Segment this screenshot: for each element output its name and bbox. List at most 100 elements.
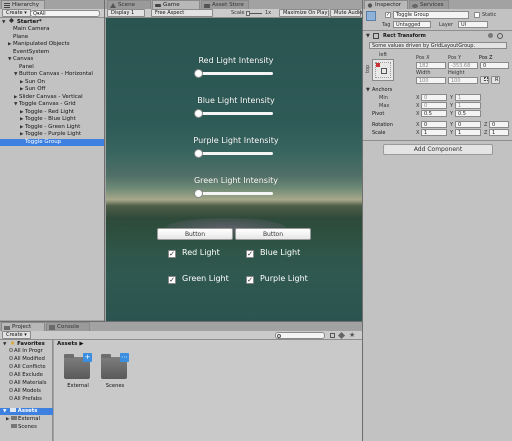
- asset-folder[interactable]: + External: [63, 353, 93, 393]
- layer-dropdown[interactable]: UI: [458, 21, 488, 28]
- hierarchy-item[interactable]: Panel: [0, 64, 34, 71]
- hierarchy-search-input[interactable]: Q▾All: [30, 10, 100, 17]
- assets-tree-header[interactable]: ▼ Assets: [0, 408, 53, 415]
- assets-tree-item[interactable]: ▶ External: [6, 416, 40, 423]
- toggle-label[interactable]: Green Light: [182, 274, 229, 283]
- aspect-dropdown[interactable]: Free Aspect: [151, 9, 213, 17]
- hierarchy-item[interactable]: ▶ Slider Canvas - Vertical: [0, 94, 83, 101]
- toggle-checkbox[interactable]: ✓: [246, 250, 254, 258]
- tab-asset-store[interactable]: Asset Store: [201, 0, 249, 9]
- pos-y-field[interactable]: -353.68: [448, 62, 478, 69]
- height-field[interactable]: 100: [448, 77, 478, 84]
- project-search-input[interactable]: [275, 332, 325, 339]
- tab-services[interactable]: Services: [409, 0, 449, 9]
- active-checkbox[interactable]: ✓: [385, 12, 391, 18]
- hierarchy-item[interactable]: EventSystem: [0, 49, 49, 56]
- scene-root[interactable]: ▼ Starter*: [2, 18, 42, 25]
- toggle-checkbox[interactable]: ✓: [246, 276, 254, 284]
- favorite-item[interactable]: All Modified: [9, 356, 45, 363]
- pivot-x-field[interactable]: 0.5: [421, 110, 447, 117]
- favorite-item[interactable]: All Exclude: [9, 372, 43, 379]
- tab-inspector[interactable]: Inspector: [364, 0, 408, 9]
- favorite-item[interactable]: All Conflicte: [9, 364, 46, 371]
- static-checkbox[interactable]: [474, 12, 480, 18]
- favorite-item[interactable]: All Materials: [9, 380, 47, 387]
- toggle-checkbox[interactable]: ✓: [168, 276, 176, 284]
- tab-game[interactable]: Game: [152, 0, 200, 9]
- display-dropdown[interactable]: Display 1: [107, 9, 145, 17]
- pos-x-field[interactable]: 182: [416, 62, 446, 69]
- ui-button[interactable]: Button: [157, 228, 233, 240]
- asset-folder[interactable]: ⋯ Scenes: [100, 353, 130, 393]
- rot-z-field[interactable]: 0: [489, 121, 509, 128]
- assets-tree-item[interactable]: Scenes: [6, 424, 37, 431]
- slider-handle[interactable]: [194, 109, 203, 118]
- hierarchy-item[interactable]: ▼ Button Canvas - Horizontal: [0, 71, 93, 78]
- object-name-field[interactable]: Toggle Group: [393, 11, 469, 19]
- intensity-slider[interactable]: [194, 189, 273, 198]
- hierarchy-item[interactable]: Plane: [0, 34, 28, 41]
- rect-transform-header[interactable]: ▼ Rect Transform: [363, 31, 512, 41]
- toggle-label[interactable]: Red Light: [182, 248, 220, 257]
- scale-slider-knob[interactable]: [246, 11, 250, 16]
- intensity-slider[interactable]: [194, 109, 273, 118]
- maximize-on-play-toggle[interactable]: Maximize On Play: [279, 9, 329, 17]
- hierarchy-item[interactable]: ▼ Toggle Canvas - Grid: [0, 101, 76, 108]
- raw-edit-button[interactable]: R: [491, 76, 500, 84]
- hierarchy-item[interactable]: Toggle Group: [0, 138, 104, 146]
- mute-audio-toggle[interactable]: Mute Audio: [330, 9, 362, 17]
- scale-slider[interactable]: [246, 11, 262, 16]
- min-x-field[interactable]: 0: [421, 94, 447, 101]
- scale-z-field[interactable]: 1: [489, 129, 509, 136]
- toggle-label[interactable]: Blue Light: [260, 248, 300, 257]
- slider-handle[interactable]: [194, 189, 203, 198]
- star-icon[interactable]: ★: [349, 331, 355, 339]
- filter-by-label-icon[interactable]: [337, 331, 346, 340]
- project-create-button[interactable]: Create ▾: [2, 331, 31, 339]
- assets-breadcrumb[interactable]: Assets ▶: [57, 341, 84, 347]
- settings-gear-icon[interactable]: [497, 33, 503, 39]
- pivot-y-field[interactable]: 0.5: [455, 110, 481, 117]
- hierarchy-item[interactable]: ▶ Toggle - Green Light: [0, 124, 80, 131]
- tab-hierarchy[interactable]: Hierarchy: [1, 0, 45, 9]
- toggle-checkbox[interactable]: ✓: [168, 250, 176, 258]
- favorite-item[interactable]: All Models: [9, 388, 41, 395]
- hierarchy-item[interactable]: ▶ Toggle - Purple Light: [0, 131, 81, 138]
- hierarchy-item[interactable]: ▶ Sun On: [0, 79, 45, 86]
- max-x-field[interactable]: 0: [421, 102, 447, 109]
- rot-y-field[interactable]: 0: [455, 121, 481, 128]
- add-component-button[interactable]: Add Component: [383, 144, 493, 155]
- toggle-label[interactable]: Purple Light: [260, 274, 308, 283]
- intensity-slider[interactable]: [194, 149, 273, 158]
- scale-x-field[interactable]: 1: [421, 129, 447, 136]
- hierarchy-item[interactable]: ▼ Canvas: [0, 56, 33, 63]
- hierarchy-item[interactable]: ▶ Toggle - Red Light: [0, 109, 74, 116]
- game-view[interactable]: Red Light Intensity Blue Light Intensity P…: [106, 18, 362, 321]
- tag-dropdown[interactable]: Untagged: [393, 21, 431, 28]
- tab-console[interactable]: Console: [46, 322, 90, 331]
- hierarchy-item[interactable]: ▶ Manipulated Objects: [0, 41, 70, 48]
- hierarchy-item[interactable]: ▶ Toggle - Blue Light: [0, 116, 76, 123]
- help-icon[interactable]: [488, 33, 493, 38]
- min-y-field[interactable]: 1: [455, 94, 481, 101]
- slider-handle[interactable]: [194, 149, 203, 158]
- tab-scene[interactable]: Scene: [107, 0, 151, 9]
- max-y-field[interactable]: 1: [455, 102, 481, 109]
- favorite-item[interactable]: All In Progr: [9, 348, 43, 355]
- hierarchy-create-button[interactable]: Create ▾: [2, 9, 31, 17]
- slider-handle[interactable]: [194, 69, 203, 78]
- width-field[interactable]: 100: [416, 77, 446, 84]
- ui-button[interactable]: Button: [235, 228, 311, 240]
- blueprint-mode-button[interactable]: [480, 76, 489, 84]
- scale-y-field[interactable]: 1: [455, 129, 481, 136]
- pos-z-field[interactable]: 0: [480, 62, 509, 69]
- intensity-slider[interactable]: [194, 69, 273, 78]
- anchor-preset-button[interactable]: [372, 59, 394, 81]
- rot-x-field[interactable]: 0: [421, 121, 447, 128]
- favorites-header[interactable]: ▼ ★ Favorites: [3, 340, 45, 347]
- hierarchy-item[interactable]: Main Camera: [0, 26, 49, 33]
- tab-project[interactable]: Project: [1, 322, 45, 331]
- filter-by-type-icon[interactable]: [330, 333, 335, 338]
- hierarchy-item[interactable]: ▶ Sun Off: [0, 86, 45, 93]
- favorite-item[interactable]: All Prefabs: [9, 396, 42, 403]
